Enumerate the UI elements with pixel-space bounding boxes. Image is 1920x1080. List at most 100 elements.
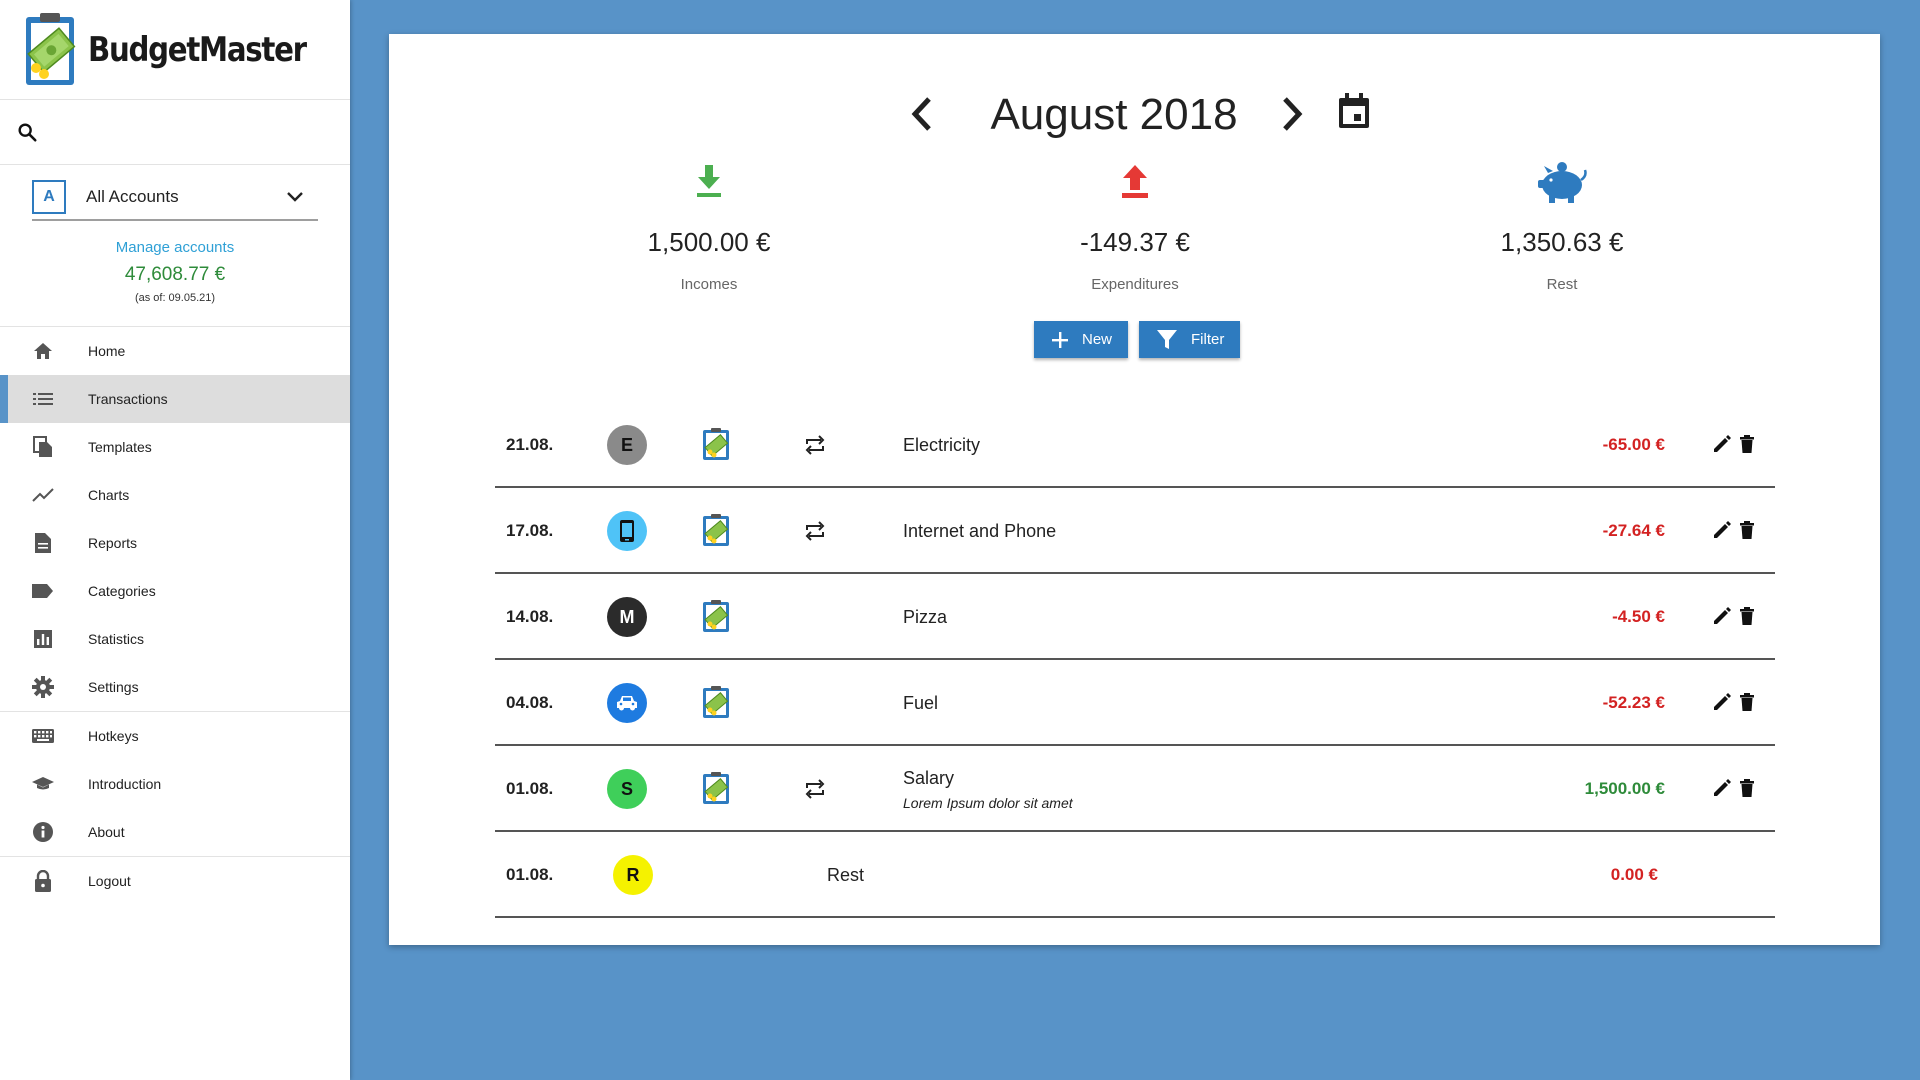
- delete-icon[interactable]: [1739, 435, 1755, 453]
- category-badge: E: [607, 425, 647, 465]
- new-button-label: New: [1082, 331, 1113, 348]
- table-row[interactable]: 04.08. Fuel -52.23 €: [495, 660, 1775, 746]
- account-icon: [703, 686, 729, 718]
- sidebar-item-logout[interactable]: Logout: [0, 857, 350, 905]
- transaction-date: 01.08.: [506, 865, 554, 884]
- document-icon: [32, 532, 54, 554]
- account-icon: [703, 428, 729, 460]
- search-row[interactable]: [0, 100, 350, 165]
- table-row[interactable]: 17.08. Internet and Phone -27.64 €: [495, 488, 1775, 574]
- row-actions: [1713, 779, 1755, 797]
- account-info: Manage accounts 47,608.77 € (as of: 09.0…: [0, 221, 350, 327]
- filter-button-label: Filter: [1191, 331, 1225, 348]
- sidebar-item-about[interactable]: About: [0, 808, 350, 856]
- table-row[interactable]: 21.08. E Electricity -65.00 €: [495, 402, 1775, 488]
- account-icon: [703, 600, 729, 632]
- sidebar-item-label: Reports: [88, 535, 138, 551]
- action-buttons: New Filter: [1034, 321, 1241, 358]
- expenditures-label: Expenditures: [1091, 276, 1179, 293]
- account-icon: [703, 514, 729, 546]
- account-name: All Accounts: [86, 187, 179, 206]
- chart-line-icon: [32, 484, 54, 506]
- manage-accounts-link[interactable]: Manage accounts: [0, 239, 350, 256]
- chevron-right-icon[interactable]: [1279, 96, 1305, 132]
- upload-icon: [1122, 165, 1148, 198]
- transaction-name: Electricity: [903, 402, 980, 488]
- sidebar-item-reports[interactable]: Reports: [0, 519, 350, 567]
- sidebar-item-introduction[interactable]: Introduction: [0, 760, 350, 808]
- delete-icon[interactable]: [1739, 779, 1755, 797]
- rest-summary: 1,350.63 € Rest: [1412, 159, 1712, 293]
- transaction-date: 14.08.: [506, 607, 554, 626]
- sidebar-item-home[interactable]: Home: [0, 327, 350, 375]
- account-icon: [703, 772, 729, 804]
- transaction-list: 21.08. E Electricity -65.00 € 17.08. Int…: [495, 402, 1775, 918]
- sidebar-item-label: Settings: [88, 679, 139, 695]
- month-summary: 1,500.00 € Incomes -149.37 € Expenditure…: [389, 159, 1880, 309]
- plus-icon: [1052, 331, 1068, 348]
- category-badge: [607, 511, 647, 551]
- sidebar-item-transactions[interactable]: Transactions: [0, 375, 350, 423]
- row-actions: [1713, 521, 1755, 539]
- lock-icon: [32, 870, 54, 892]
- transaction-name: Salary Lorem Ipsum dolor sit amet: [903, 746, 1073, 832]
- list-icon: [32, 388, 54, 410]
- transaction-name: Internet and Phone: [903, 488, 1056, 574]
- edit-icon[interactable]: [1713, 435, 1731, 453]
- account-badge: A: [32, 180, 66, 214]
- incomes-value: 1,500.00 €: [647, 227, 771, 257]
- search-icon[interactable]: [16, 121, 38, 143]
- sidebar-item-label: Charts: [88, 487, 130, 503]
- sidebar-item-charts[interactable]: Charts: [0, 471, 350, 519]
- account-select[interactable]: A All Accounts: [32, 175, 318, 221]
- chevron-left-icon[interactable]: [909, 96, 935, 132]
- calendar-icon[interactable]: [1337, 92, 1371, 130]
- table-row[interactable]: 01.08. S Salary Lorem Ipsum dolor sit am…: [495, 746, 1775, 832]
- transaction-date: 21.08.: [506, 435, 554, 454]
- edit-icon[interactable]: [1713, 607, 1731, 625]
- row-actions: [1713, 607, 1755, 625]
- sidebar-item-label: Logout: [88, 873, 131, 889]
- repeat-icon: [805, 779, 825, 799]
- transaction-title: Electricity: [903, 434, 981, 455]
- app-name: BudgetMaster: [88, 29, 307, 70]
- chevron-down-icon: [287, 192, 303, 202]
- edit-icon[interactable]: [1713, 693, 1731, 711]
- keyboard-icon: [32, 725, 54, 747]
- sidebar-item-templates[interactable]: Templates: [0, 423, 350, 471]
- category-badge: S: [607, 769, 647, 809]
- sidebar-item-settings[interactable]: Settings: [0, 663, 350, 711]
- delete-icon[interactable]: [1739, 607, 1755, 625]
- sidebar-item-categories[interactable]: Categories: [0, 567, 350, 615]
- transaction-name: Fuel: [903, 660, 938, 746]
- transaction-amount: -52.23 €: [1602, 693, 1665, 712]
- sidebar-item-label: Introduction: [88, 776, 162, 792]
- sidebar-item-label: Statistics: [88, 631, 145, 647]
- repeat-icon: [805, 435, 825, 455]
- edit-icon[interactable]: [1713, 779, 1731, 797]
- sidebar-item-hotkeys[interactable]: Hotkeys: [0, 712, 350, 760]
- filter-button[interactable]: Filter: [1139, 321, 1241, 358]
- transaction-date: 17.08.: [506, 521, 554, 540]
- transaction-amount: -27.64 €: [1602, 521, 1665, 540]
- edit-icon[interactable]: [1713, 521, 1731, 539]
- transaction-description: Lorem Ipsum dolor sit amet: [903, 794, 1073, 811]
- expenditures-value: -149.37 €: [1080, 227, 1190, 257]
- sidebar-item-statistics[interactable]: Statistics: [0, 615, 350, 663]
- repeat-icon: [805, 521, 825, 541]
- sidebar-item-label: Categories: [88, 583, 156, 599]
- table-row: 01.08. R Rest 0.00 €: [495, 832, 1775, 918]
- sidebar: BudgetMaster A All Accounts Manage accou…: [0, 0, 350, 1080]
- new-transaction-button[interactable]: New: [1034, 321, 1129, 358]
- delete-icon[interactable]: [1739, 693, 1755, 711]
- row-actions: [1713, 693, 1755, 711]
- sidebar-item-label: Hotkeys: [88, 728, 139, 744]
- expenditures-summary: -149.37 € Expenditures: [985, 159, 1285, 293]
- brand[interactable]: BudgetMaster: [0, 0, 350, 100]
- table-row[interactable]: 14.08. M Pizza -4.50 €: [495, 574, 1775, 660]
- copy-icon: [32, 436, 54, 458]
- transaction-date: 04.08.: [506, 693, 554, 712]
- category-badge: M: [607, 597, 647, 637]
- month-navigation: August 2018: [389, 84, 1880, 154]
- delete-icon[interactable]: [1739, 521, 1755, 539]
